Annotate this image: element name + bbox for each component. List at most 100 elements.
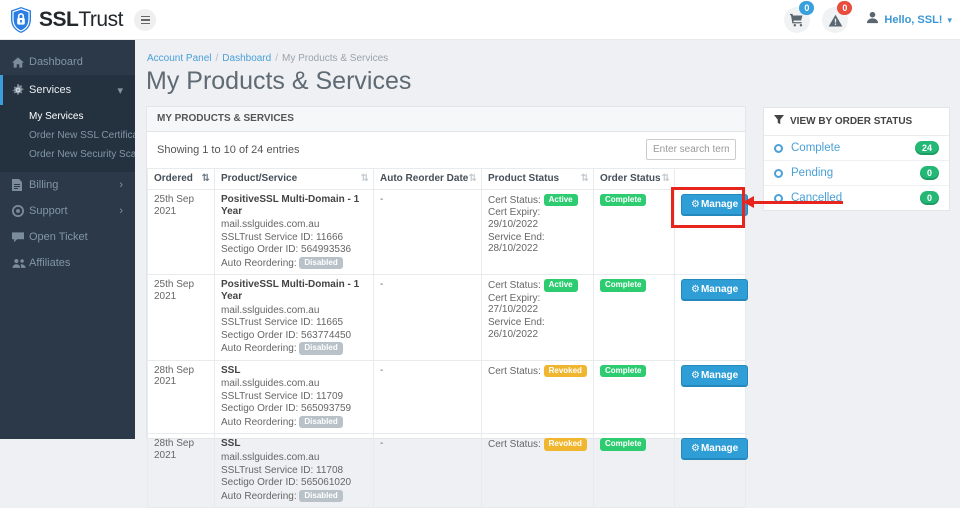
- count-badge: 24: [914, 141, 939, 155]
- order-status-badge: Complete: [600, 194, 647, 207]
- chevron-down-icon: ▾: [117, 84, 123, 97]
- alerts-button[interactable]: 0: [822, 1, 853, 33]
- cart-icon: [790, 13, 804, 27]
- product-cell: SSL mail.sslguides.com.au SSLTrust Servi…: [214, 433, 374, 508]
- sort-icon[interactable]: ⇅: [202, 173, 210, 184]
- product-status-cell: Cert Status: Active Cert Expiry: 29/10/2…: [481, 188, 594, 276]
- user-menu[interactable]: Hello, SSL! ▾: [866, 11, 952, 29]
- products-panel: MY PRODUCTS & SERVICES Showing 1 to 10 o…: [146, 106, 749, 508]
- breadcrumb-account-panel[interactable]: Account Panel: [147, 53, 212, 64]
- filter-complete[interactable]: Complete 24: [764, 136, 949, 161]
- service-id: 11708: [316, 464, 344, 476]
- cert-expiry: 27/10/2022: [488, 304, 539, 316]
- col-product-status[interactable]: Product Status ⇅: [481, 168, 594, 190]
- circle-icon: [774, 168, 783, 178]
- table-row: 25th Sep 2021 PositiveSSL Multi-Domain -…: [147, 188, 749, 276]
- manage-button[interactable]: ⚙ Manage: [681, 438, 749, 461]
- users-icon: [12, 258, 29, 269]
- cert-status-badge: Active: [543, 194, 578, 207]
- order-status-cell: Complete: [593, 359, 675, 435]
- product-cell: PositiveSSL Multi-Domain - 1 Year mail.s…: [214, 274, 374, 361]
- cart-count-badge: 0: [799, 1, 815, 15]
- cert-status-badge: Active: [543, 279, 578, 292]
- count-badge: 0: [919, 166, 939, 180]
- order-status-filter-panel: VIEW BY ORDER STATUS Complete 24 Pending…: [763, 107, 950, 211]
- sidebar-item-label: Support: [29, 205, 68, 217]
- cert-status-badge: Revoked: [543, 438, 587, 451]
- invoice-icon: [12, 179, 29, 191]
- table-row: 28th Sep 2021 SSL mail.sslguides.com.au …: [147, 359, 749, 435]
- sidebar-item-open-ticket[interactable]: Open Ticket: [0, 224, 135, 250]
- comment-icon: [12, 231, 29, 243]
- manage-button[interactable]: ⚙ Manage: [681, 364, 749, 387]
- alerts-count-badge: 0: [837, 1, 853, 15]
- manage-button[interactable]: ⚙ Manage: [681, 194, 749, 216]
- filter-pending[interactable]: Pending 0: [764, 161, 949, 186]
- sidebar-item-billing[interactable]: Billing ›: [0, 172, 135, 198]
- status-panel-title: VIEW BY ORDER STATUS: [790, 116, 913, 127]
- count-badge: 0: [919, 191, 939, 205]
- manage-button[interactable]: ⚙ Manage: [681, 279, 749, 302]
- product-cell: SSL mail.sslguides.com.au SSLTrust Servi…: [214, 359, 374, 435]
- showing-entries-text: Showing 1 to 10 of 24 entries: [157, 144, 300, 156]
- sidebar-subitem-order-ssl[interactable]: Order New SSL Certificate: [0, 126, 135, 145]
- gear-icon: ⚙: [691, 443, 700, 455]
- sidebar-item-label: Dashboard: [29, 56, 83, 68]
- service-end: 28/10/2022: [488, 243, 539, 255]
- breadcrumb-dashboard[interactable]: Dashboard: [222, 53, 271, 64]
- order-status-badge: Complete: [600, 364, 647, 377]
- cogs-icon: [12, 84, 29, 96]
- product-status-cell: Cert Status: Revoked: [481, 433, 594, 508]
- search-input[interactable]: [646, 139, 736, 160]
- filter-label: Cancelled: [791, 192, 843, 204]
- auto-reorder-date-cell: -: [373, 188, 482, 276]
- sectigo-order-id: 564993536: [301, 244, 352, 256]
- shield-lock-icon: [9, 6, 33, 34]
- product-status-cell: Cert Status: Revoked: [481, 359, 594, 435]
- product-name: SSL: [221, 438, 241, 450]
- warning-triangle-icon: [828, 14, 843, 27]
- col-order-status[interactable]: Order Status ⇅: [593, 168, 675, 190]
- sidebar: Dashboard Services ▾ My Services Order N…: [0, 40, 135, 439]
- sidebar-item-support[interactable]: Support ›: [0, 198, 135, 224]
- product-cell: PositiveSSL Multi-Domain - 1 Year mail.s…: [214, 188, 374, 276]
- sectigo-order-id: 563774450: [301, 329, 352, 341]
- order-status-cell: Complete: [593, 433, 675, 508]
- sort-icon[interactable]: ⇅: [361, 173, 369, 184]
- col-auto-reorder-date[interactable]: Auto Reorder Date ⇅: [373, 168, 482, 190]
- auto-reorder-date-cell: -: [373, 433, 482, 508]
- sectigo-order-id: 565093759: [301, 403, 352, 415]
- order-status-badge: Complete: [600, 279, 647, 292]
- service-id: 11666: [316, 231, 344, 243]
- table-row: 25th Sep 2021 PositiveSSL Multi-Domain -…: [147, 274, 749, 361]
- sidebar-item-services[interactable]: Services ▾: [0, 75, 135, 105]
- filter-icon: [774, 115, 784, 128]
- product-domain: mail.sslguides.com.au: [221, 219, 320, 231]
- sidebar-subitem-order-scanner[interactable]: Order New Security Scanner: [0, 145, 135, 164]
- cert-expiry: 29/10/2022: [488, 218, 539, 230]
- cart-button[interactable]: 0: [784, 1, 815, 33]
- col-ordered[interactable]: Ordered ⇅: [147, 168, 215, 190]
- sidebar-item-dashboard[interactable]: Dashboard: [0, 49, 135, 75]
- panel-title: MY PRODUCTS & SERVICES: [147, 107, 745, 132]
- sidebar-item-label: Affiliates: [29, 257, 71, 269]
- sidebar-item-label: Billing: [29, 179, 59, 191]
- ssltrust-logo[interactable]: SSLTrust: [9, 6, 123, 34]
- sort-icon[interactable]: ⇅: [581, 173, 589, 184]
- user-greeting: Hello, SSL!: [884, 14, 943, 26]
- sidebar-subitem-my-services[interactable]: My Services: [0, 107, 135, 126]
- col-product-service[interactable]: Product/Service ⇅: [214, 168, 374, 190]
- filter-cancelled[interactable]: Cancelled 0: [764, 186, 949, 210]
- product-name: PositiveSSL Multi-Domain - 1 Year: [221, 279, 360, 302]
- product-domain: mail.sslguides.com.au: [221, 304, 320, 316]
- auto-reordering-badge: Disabled: [299, 416, 343, 429]
- ordered-date-cell: 25th Sep 2021: [147, 274, 215, 361]
- order-status-cell: Complete: [593, 274, 675, 361]
- sidebar-item-affiliates[interactable]: Affiliates: [0, 250, 135, 276]
- chevron-right-icon: ›: [119, 205, 123, 217]
- sort-icon[interactable]: ⇅: [469, 173, 477, 184]
- page-title: My Products & Services: [146, 67, 412, 95]
- sort-icon[interactable]: ⇅: [662, 173, 670, 184]
- hamburger-icon[interactable]: [134, 9, 156, 31]
- order-status-cell: Complete: [593, 188, 675, 276]
